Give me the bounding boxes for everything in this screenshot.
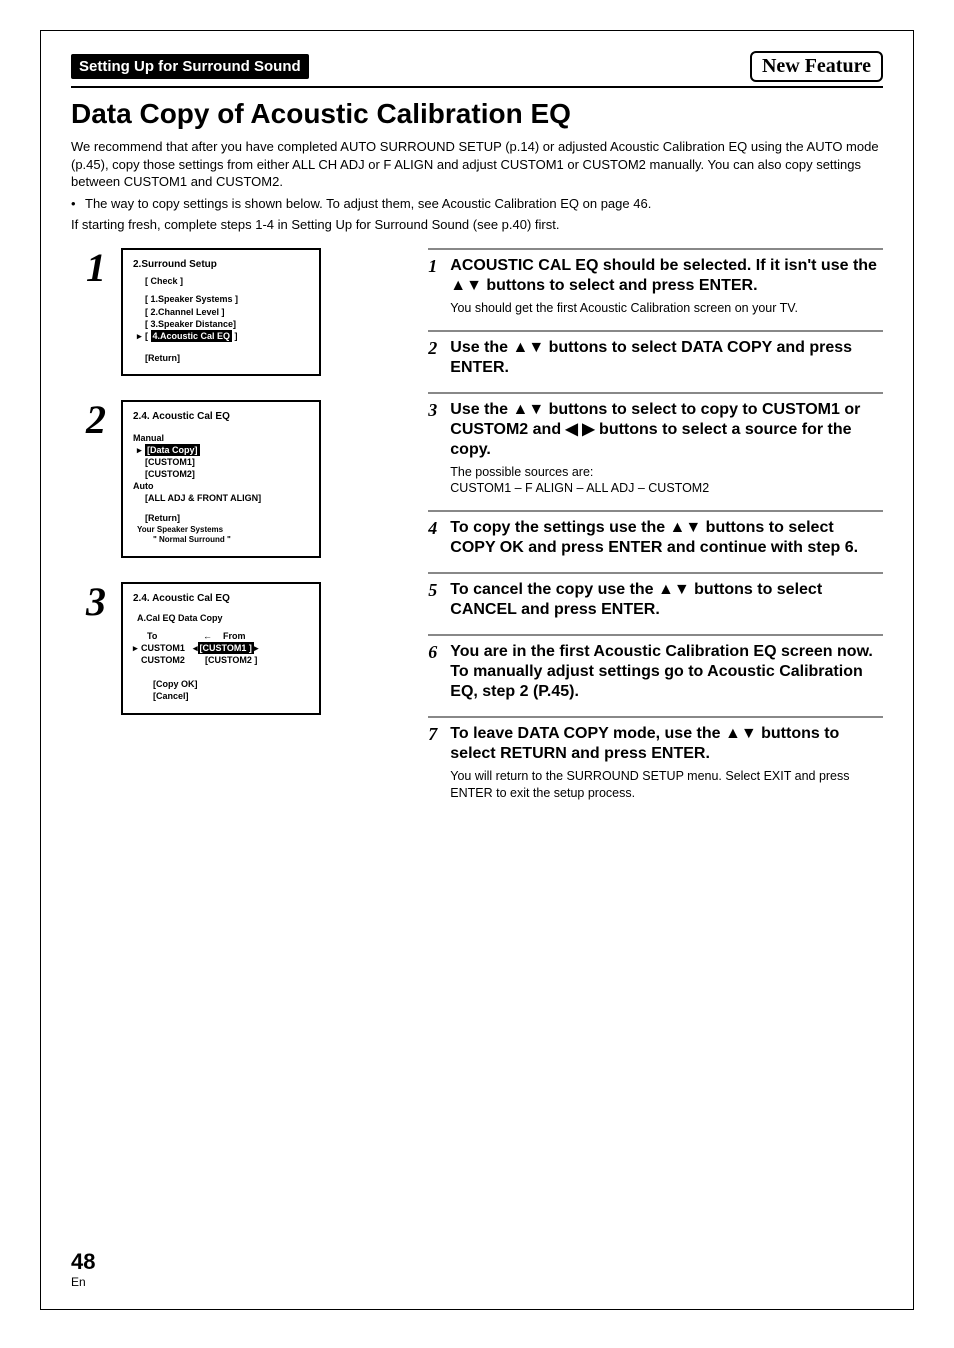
step-rule: [428, 634, 883, 636]
step-body: You will return to the SURROUND SETUP me…: [450, 768, 883, 801]
osd2-custom1: [CUSTOM1]: [145, 456, 309, 468]
intro-paragraph-2: If starting fresh, complete steps 1-4 in…: [71, 216, 883, 234]
header-rule: [71, 86, 883, 88]
osd2-datacopy: [Data Copy]: [145, 444, 200, 456]
step-num: 7: [428, 724, 450, 745]
step-num: 3: [428, 400, 450, 421]
left-step-1: 1 2.Surround Setup [ Check ] [ 1.Speaker…: [71, 248, 408, 376]
new-feature-badge: New Feature: [750, 51, 883, 82]
instruction-step-4: 4 To copy the settings use the ▲▼ button…: [428, 510, 883, 558]
osd3-to-header: To: [147, 630, 203, 642]
osd-screen-2: 2.4. Acoustic Cal EQ Manual ▸[Data Copy]…: [121, 400, 321, 558]
step-heading: To copy the settings use the ▲▼ buttons …: [450, 518, 883, 558]
osd3-from-header: From: [223, 630, 246, 642]
section-badge: Setting Up for Surround Sound: [71, 54, 309, 79]
left-step-2: 2 2.4. Acoustic Cal EQ Manual ▸[Data Cop…: [71, 400, 408, 558]
caret-icon: ▸: [133, 642, 141, 654]
osd2-alladj: [ALL ADJ & FRONT ALIGN]: [145, 492, 309, 504]
step-num: 1: [428, 256, 450, 277]
osd3-to-custom2: CUSTOM2: [141, 654, 197, 666]
left-column: 1 2.Surround Setup [ Check ] [ 1.Speaker…: [71, 248, 428, 815]
page-header: Setting Up for Surround Sound New Featur…: [71, 51, 883, 82]
step-number-1: 1: [71, 248, 121, 288]
osd1-item4-row: ▸[ 4.Acoustic Cal EQ ]: [137, 330, 309, 342]
step-heading: Use the ▲▼ buttons to select to copy to …: [450, 400, 883, 460]
osd1-item2: [ 2.Channel Level ]: [145, 306, 309, 318]
osd1-check: [ Check ]: [145, 275, 309, 287]
page-number-block: 48 En: [71, 1249, 95, 1289]
right-column: 1 ACOUSTIC CAL EQ should be selected. If…: [428, 248, 883, 815]
step-rule: [428, 510, 883, 512]
intro-bullet-text: The way to copy settings is shown below.…: [85, 195, 651, 213]
step-heading: To cancel the copy use the ▲▼ buttons to…: [450, 580, 883, 620]
osd3-subtitle: A.Cal EQ Data Copy: [137, 612, 309, 624]
osd3-from-custom1-selected: [CUSTOM1 ]: [198, 642, 254, 654]
osd1-title: 2.Surround Setup: [133, 258, 309, 272]
osd3-copyok: [Copy OK]: [153, 678, 309, 690]
osd1-return: [Return]: [145, 352, 309, 364]
osd2-auto: Auto: [133, 480, 309, 492]
osd3-from-custom2: [CUSTOM2 ]: [205, 654, 257, 666]
step-heading: ACOUSTIC CAL EQ should be selected. If i…: [450, 256, 883, 296]
step-num: 6: [428, 642, 450, 663]
page-title: Data Copy of Acoustic Calibration EQ: [71, 98, 883, 130]
page-language: En: [71, 1275, 95, 1289]
step-body: The possible sources are: CUSTOM1 – F AL…: [450, 464, 883, 497]
instruction-step-6: 6 You are in the first Acoustic Calibrat…: [428, 634, 883, 702]
osd-screen-1: 2.Surround Setup [ Check ] [ 1.Speaker S…: [121, 248, 321, 376]
osd2-datacopy-row: ▸[Data Copy]: [137, 444, 309, 456]
step-num: 5: [428, 580, 450, 601]
step-heading: To leave DATA COPY mode, use the ▲▼ butt…: [450, 724, 883, 764]
osd1-item3: [ 3.Speaker Distance]: [145, 318, 309, 330]
intro-bullet: • The way to copy settings is shown belo…: [71, 195, 883, 213]
osd3-to-custom1: CUSTOM1: [141, 642, 193, 654]
bullet-icon: •: [71, 195, 85, 213]
osd1-i4-post: ]: [232, 331, 238, 341]
instruction-step-7: 7 To leave DATA COPY mode, use the ▲▼ bu…: [428, 716, 883, 801]
step-rule: [428, 330, 883, 332]
osd3-cancel: [Cancel]: [153, 690, 309, 702]
triangle-right-icon: ▸: [254, 642, 259, 654]
osd2-custom2: [CUSTOM2]: [145, 468, 309, 480]
instruction-step-3: 3 Use the ▲▼ buttons to select to copy t…: [428, 392, 883, 497]
osd1-item4-selected: 4.Acoustic Cal EQ: [151, 330, 233, 342]
osd2-title: 2.4. Acoustic Cal EQ: [133, 410, 309, 424]
arrow-left-icon: ←: [203, 630, 223, 642]
step-num: 4: [428, 518, 450, 539]
step-rule: [428, 716, 883, 718]
step-num: 2: [428, 338, 450, 359]
instruction-step-5: 5 To cancel the copy use the ▲▼ buttons …: [428, 572, 883, 620]
instruction-step-1: 1 ACOUSTIC CAL EQ should be selected. If…: [428, 248, 883, 316]
step-rule: [428, 392, 883, 394]
osd2-foot2: " Normal Surround ": [153, 535, 309, 546]
step-number-3: 3: [71, 582, 121, 622]
two-column-layout: 1 2.Surround Setup [ Check ] [ 1.Speaker…: [71, 248, 883, 815]
step-rule: [428, 572, 883, 574]
osd2-foot1: Your Speaker Systems: [137, 525, 309, 536]
intro-paragraph-1: We recommend that after you have complet…: [71, 138, 883, 191]
step-body: You should get the first Acoustic Calibr…: [450, 300, 883, 316]
osd3-title: 2.4. Acoustic Cal EQ: [133, 592, 309, 606]
osd2-return: [Return]: [145, 512, 309, 524]
caret-icon: ▸: [137, 444, 145, 456]
step-heading: You are in the first Acoustic Calibratio…: [450, 642, 883, 702]
instruction-step-2: 2 Use the ▲▼ buttons to select DATA COPY…: [428, 330, 883, 378]
step-heading: Use the ▲▼ buttons to select DATA COPY a…: [450, 338, 883, 378]
osd2-manual: Manual: [133, 432, 309, 444]
osd-screen-3: 2.4. Acoustic Cal EQ A.Cal EQ Data Copy …: [121, 582, 321, 714]
document-page: Setting Up for Surround Sound New Featur…: [40, 30, 914, 1310]
step-number-2: 2: [71, 400, 121, 440]
caret-icon: ▸: [137, 330, 145, 342]
left-step-3: 3 2.4. Acoustic Cal EQ A.Cal EQ Data Cop…: [71, 582, 408, 714]
page-number: 48: [71, 1249, 95, 1275]
osd1-item1: [ 1.Speaker Systems ]: [145, 293, 309, 305]
step-rule: [428, 248, 883, 250]
